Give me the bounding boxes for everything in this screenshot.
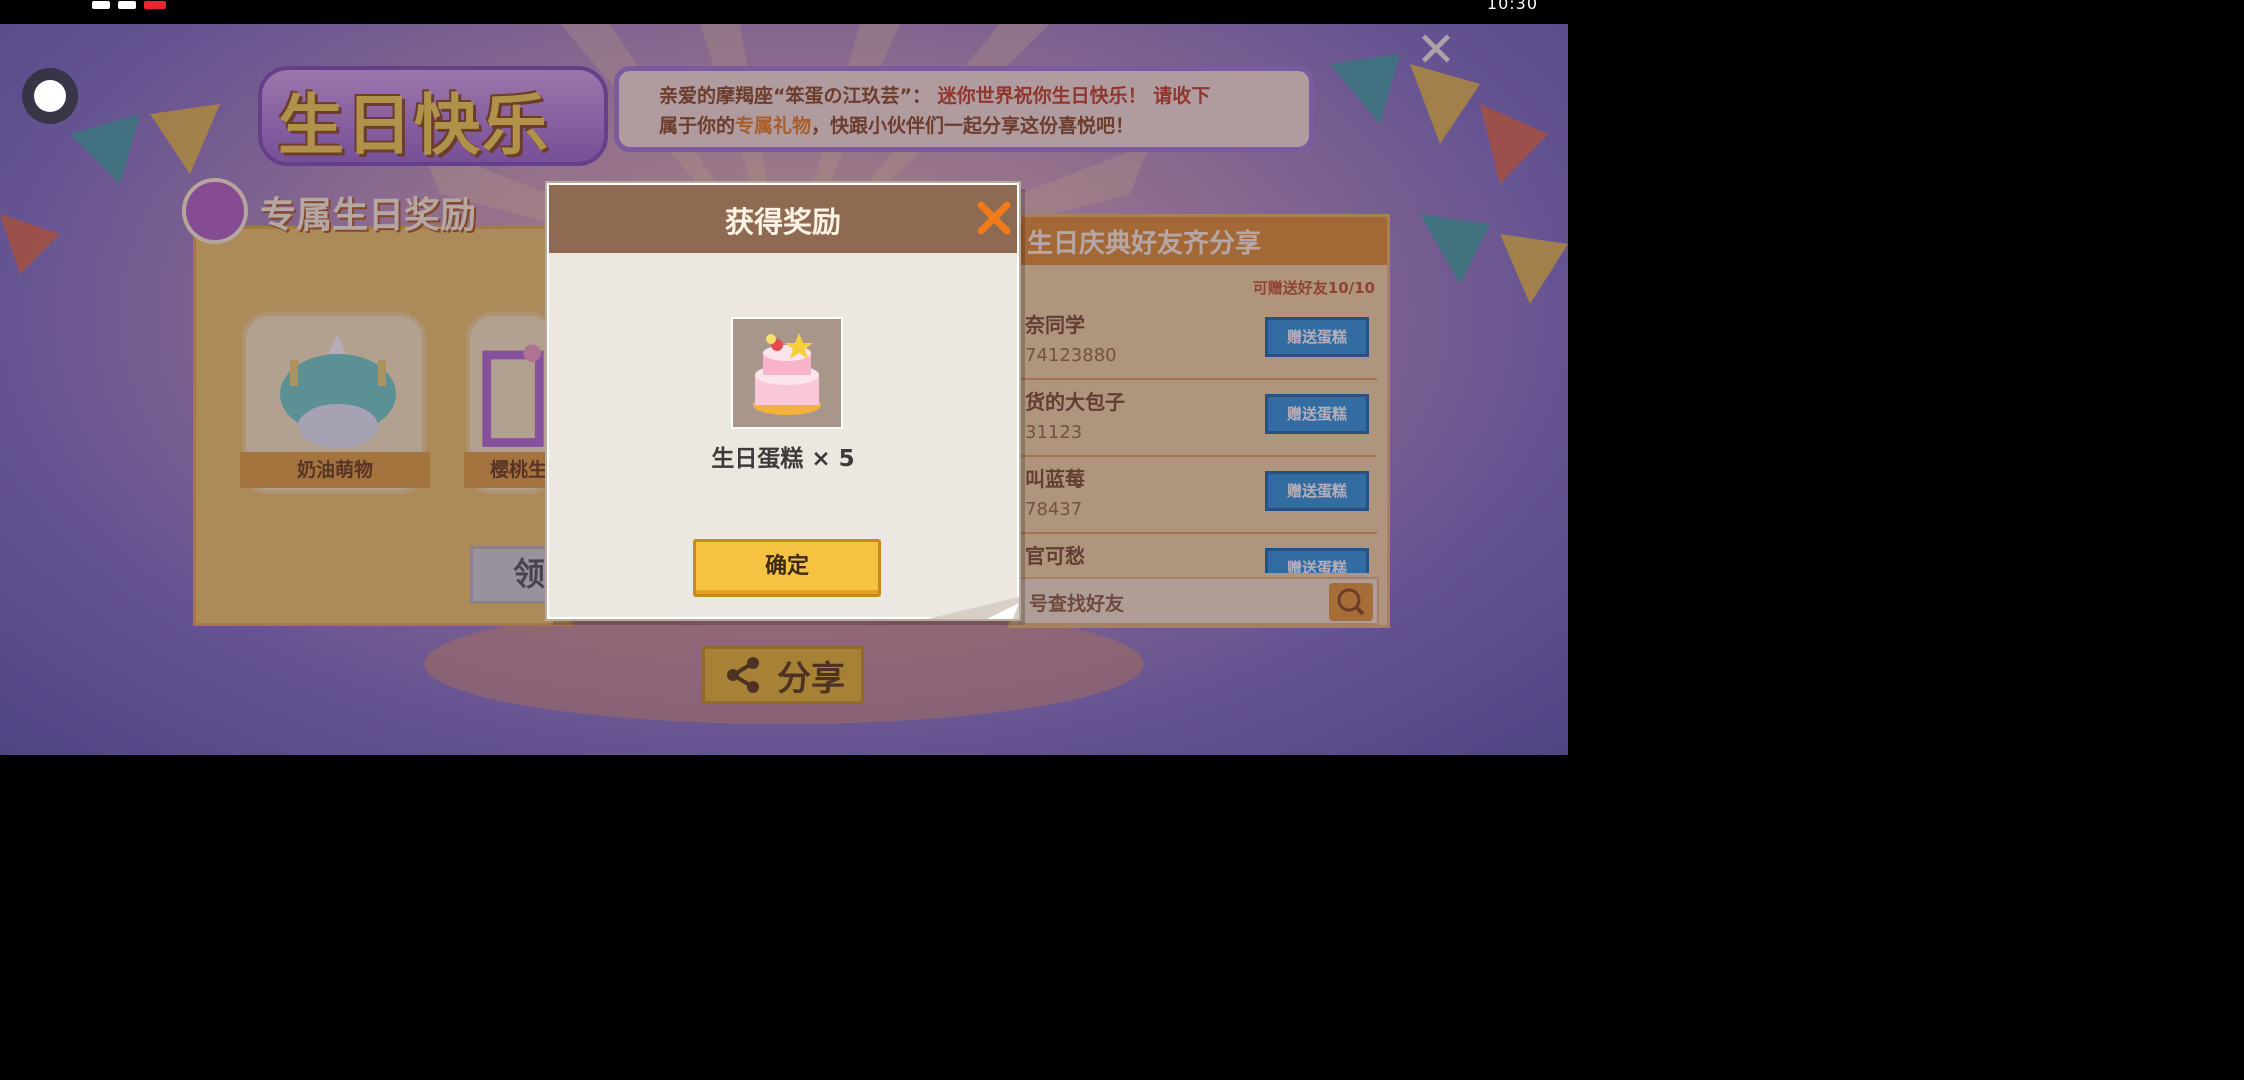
network-badge-icon	[144, 1, 166, 9]
friends-panel-title: 生日庆典好友齐分享	[1027, 229, 1262, 259]
message-gift-highlight: 专属礼物	[735, 115, 812, 137]
birthday-cake-icon	[753, 333, 821, 415]
reward-card-name: 奶油萌物	[240, 452, 430, 488]
friends-share-panel: 生日庆典好友齐分享 可赠送好友10/10 奈同学 74123880 赠送蛋糕 货…	[1008, 214, 1390, 628]
friend-name: 奈同学	[1025, 313, 1085, 337]
reward-panel-header: 专属生日奖励	[182, 178, 582, 244]
dialog-title: 获得奖励	[724, 205, 841, 239]
friend-row: 官可愁 赠送蛋糕	[1019, 534, 1377, 573]
search-button[interactable]	[1329, 583, 1373, 621]
friend-id: 74123880	[1025, 345, 1117, 366]
signal-icon	[118, 1, 136, 9]
dialog-header: 获得奖励	[549, 185, 1017, 253]
status-time: 10:30	[1486, 0, 1538, 13]
message-user-name: “笨蛋の江玖芸”	[773, 85, 912, 107]
scene-close-button[interactable]: ✕	[1414, 26, 1458, 74]
give-cake-button[interactable]: 赠送蛋糕	[1265, 471, 1369, 511]
share-button[interactable]: 分享	[702, 646, 864, 704]
share-label: 分享	[777, 658, 845, 699]
notification-icon	[92, 1, 110, 9]
message-line-1: 亲爱的摩羯座“笨蛋の江玖芸”： 迷你世界祝你生日快乐！ 请收下	[659, 81, 1309, 111]
search-icon	[1337, 588, 1365, 616]
status-icons	[92, 0, 166, 10]
friend-id: 31123	[1025, 422, 1083, 443]
page-title: 生日快乐	[278, 87, 550, 164]
share-icon	[727, 657, 759, 693]
page-curl-decoration	[927, 597, 1019, 619]
search-placeholder: 号查找好友	[1029, 593, 1125, 615]
friend-search-field[interactable]: 号查找好友	[1019, 577, 1379, 625]
give-cake-button[interactable]: 赠送蛋糕	[1265, 317, 1369, 357]
confirm-button[interactable]: 确定	[693, 539, 881, 597]
cherry-frame-icon	[482, 344, 544, 447]
friend-list[interactable]: 奈同学 74123880 赠送蛋糕 货的大包子 31123 赠送蛋糕 叫蓝莓 7…	[1019, 303, 1377, 573]
message-separator: ：	[912, 85, 932, 107]
close-icon[interactable]	[975, 199, 1013, 237]
reward-panel-title: 专属生日奖励	[260, 195, 477, 236]
floating-assistant-button[interactable]	[22, 68, 78, 124]
reward-dialog: 获得奖励 生日蛋糕 × 5 确定	[547, 183, 1019, 619]
friend-id: 78437	[1025, 499, 1083, 520]
give-cake-button[interactable]: 赠送蛋糕	[1265, 394, 1369, 434]
dialog-body: 生日蛋糕 × 5 确定	[549, 253, 1017, 617]
birthday-cake-icon	[182, 178, 248, 244]
give-cake-button[interactable]: 赠送蛋糕	[1265, 548, 1369, 573]
reward-card-cream-pet[interactable]: 奶油萌物	[240, 312, 430, 494]
floating-dot-icon	[34, 80, 66, 112]
friend-name: 官可愁	[1025, 544, 1085, 568]
status-bar: 10:30	[0, 0, 1568, 24]
reward-item-name: 生日蛋糕 × 5	[711, 446, 855, 472]
reward-item-frame	[731, 317, 843, 429]
message-share-text: ，快跟小伙伴们一起分享这份喜悦吧！	[811, 115, 1135, 137]
friends-panel-header: 生日庆典好友齐分享	[1011, 217, 1387, 265]
friend-row: 叫蓝莓 78437 赠送蛋糕	[1019, 457, 1377, 534]
message-line-2: 属于你的专属礼物，快跟小伙伴们一起分享这份喜悦吧！	[659, 111, 1309, 141]
message-gift-prefix: 属于你的	[659, 115, 736, 137]
birthday-message-banner: 亲爱的摩羯座“笨蛋の江玖芸”： 迷你世界祝你生日快乐！ 请收下 属于你的专属礼物…	[614, 66, 1314, 152]
message-greeting: 亲爱的摩羯座	[659, 85, 774, 107]
message-wish: 迷你世界祝你生日快乐！ 请收下	[937, 85, 1211, 107]
friend-name: 货的大包子	[1025, 390, 1125, 414]
reward-card-cherry-frame[interactable]: 樱桃生	[464, 312, 564, 494]
friend-row: 奈同学 74123880 赠送蛋糕	[1019, 303, 1377, 380]
gift-quota: 可赠送好友10/10	[1252, 279, 1375, 297]
friend-name: 叫蓝莓	[1025, 467, 1085, 491]
cream-pet-icon	[280, 334, 396, 448]
friend-row: 货的大包子 31123 赠送蛋糕	[1019, 380, 1377, 457]
